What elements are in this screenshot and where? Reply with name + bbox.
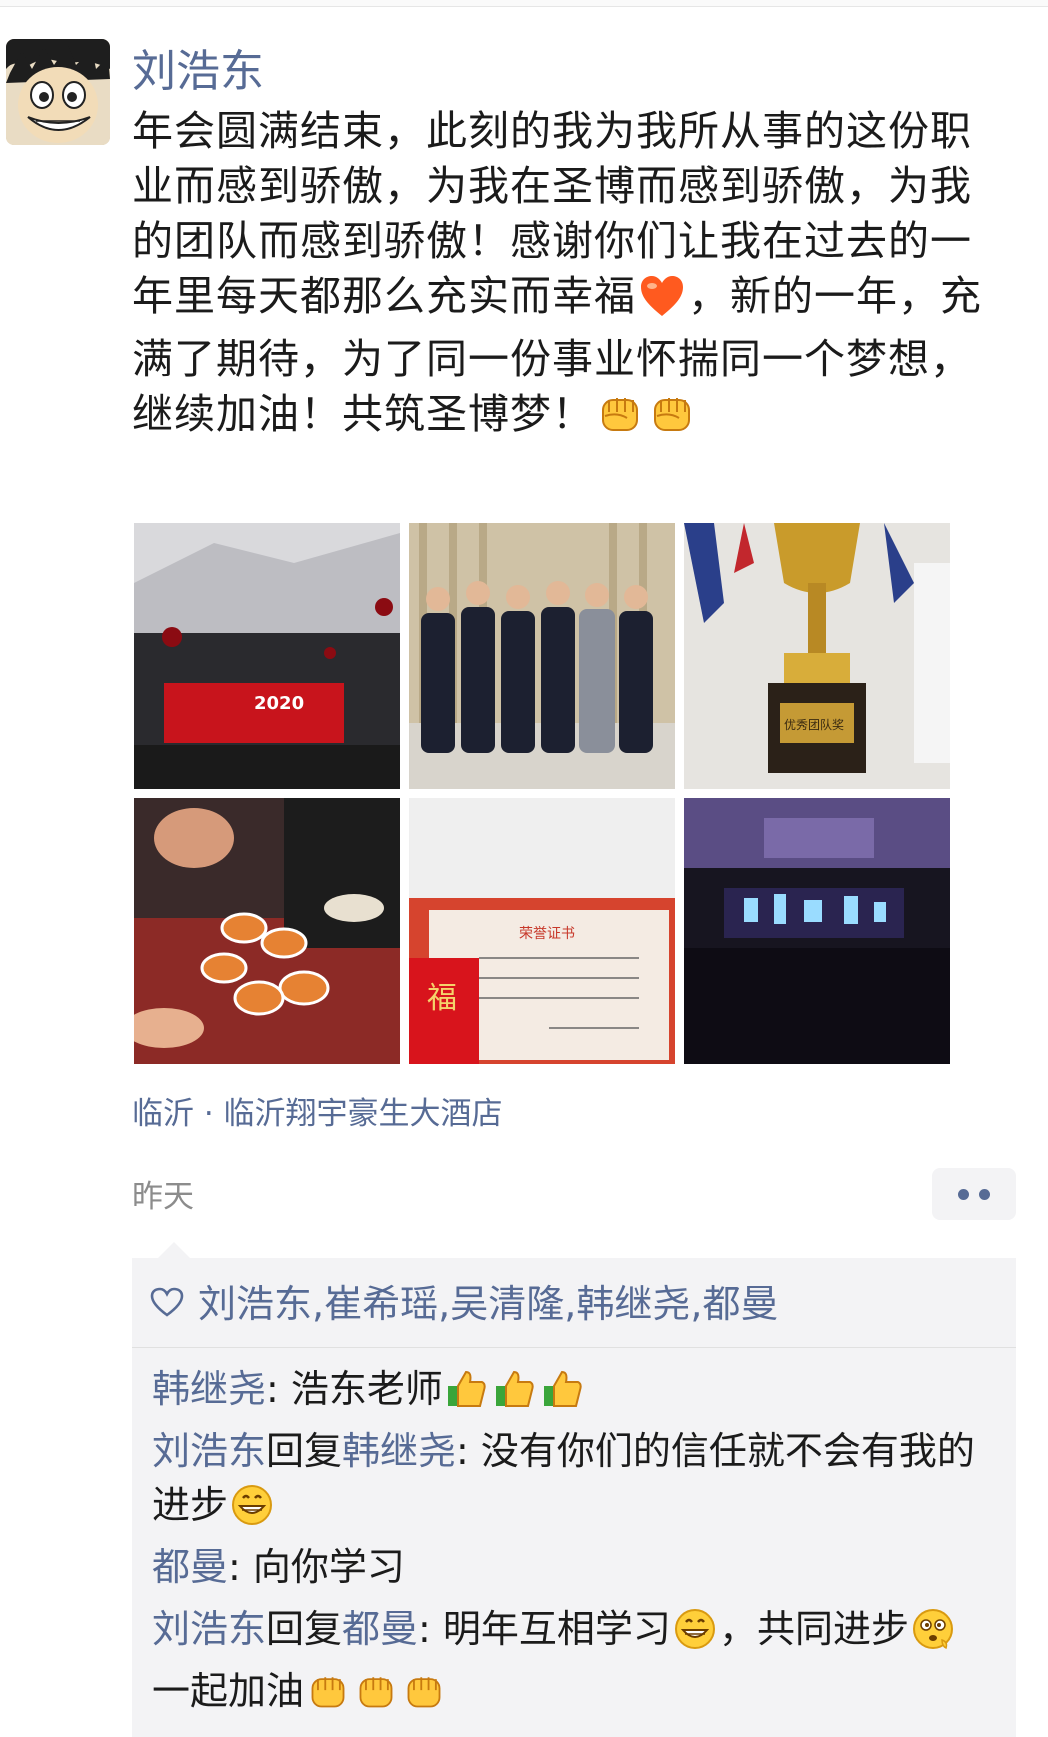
- photo-overlay-trophy: 优秀团队奖: [784, 717, 844, 732]
- comment-text-2: ，共同进步: [718, 1607, 909, 1651]
- fist-emoji: [597, 390, 643, 450]
- fist-emoji: [403, 1670, 445, 1726]
- comment-box-caret: [158, 1242, 190, 1258]
- like-separator: ,: [690, 1282, 703, 1326]
- dizzy-emoji: [912, 1608, 954, 1664]
- like-name[interactable]: 都曼: [702, 1276, 778, 1332]
- likes-divider: [132, 1347, 1016, 1348]
- top-divider: [0, 0, 1048, 7]
- photo-toast-cups[interactable]: [134, 798, 400, 1064]
- svg-text:福: 福: [427, 981, 457, 1016]
- photo-trophy[interactable]: 优秀团队奖: [684, 523, 950, 789]
- thumbs-up-emoji: [446, 1368, 488, 1424]
- photo-stage-2020[interactable]: 2020: [134, 523, 400, 789]
- comment-item[interactable]: 刘浩东回复都曼: 明年互相学习 ，共同进步一起加油: [152, 1602, 1002, 1726]
- comment-text-3: 一起加油: [152, 1669, 305, 1713]
- photo-overlay-certificate: 荣誉证书: [519, 926, 575, 942]
- fist-emoji: [355, 1670, 397, 1726]
- photo-grid: 2020 优秀团队奖 荣誉证书 福: [134, 523, 956, 1064]
- heart-icon: [150, 1276, 184, 1332]
- red-heart-emoji: [639, 274, 685, 332]
- thumbs-up-emoji: [494, 1368, 536, 1424]
- comment-author[interactable]: 韩继尧: [152, 1367, 266, 1411]
- like-name[interactable]: 吴清隆: [450, 1276, 564, 1332]
- comment-author[interactable]: 刘浩东: [152, 1607, 266, 1651]
- thumbs-up-emoji: [542, 1368, 584, 1424]
- post-time: 昨天: [132, 1179, 194, 1215]
- comment-text: : 明年互相学习: [418, 1607, 671, 1651]
- post-author-name[interactable]: 刘浩东: [132, 44, 264, 100]
- comment-author[interactable]: 刘浩东: [152, 1429, 266, 1473]
- post-text: 年会圆满结束，此刻的我为我所从事的这份职业而感到骄傲，为我在圣博而感到骄傲，为我…: [132, 104, 992, 450]
- photo-certificate[interactable]: 荣誉证书 福: [409, 798, 675, 1064]
- comment-item[interactable]: 韩继尧: 浩东老师: [152, 1362, 1002, 1424]
- grin-emoji: [674, 1608, 716, 1664]
- reply-word: 回复: [266, 1607, 343, 1651]
- fist-emoji: [649, 390, 695, 450]
- like-name[interactable]: 韩继尧: [576, 1276, 690, 1332]
- grin-emoji: [231, 1484, 273, 1540]
- like-name[interactable]: 崔希瑶: [324, 1276, 438, 1332]
- likes-row: 刘浩东, 崔希瑶, 吴清隆, 韩继尧, 都曼: [150, 1276, 778, 1332]
- post-location[interactable]: 临沂 · 临沂翔宇豪生大酒店: [132, 1088, 503, 1133]
- comment-item[interactable]: 刘浩东回复韩继尧: 没有你们的信任就不会有我的进步: [152, 1424, 1002, 1540]
- more-dots-icon: [958, 1188, 969, 1200]
- comment-author[interactable]: 都曼: [152, 1545, 228, 1589]
- author-avatar[interactable]: [6, 39, 110, 145]
- like-separator: ,: [438, 1282, 451, 1326]
- reply-word: 回复: [266, 1429, 343, 1473]
- photo-concert-stage[interactable]: [684, 798, 950, 1064]
- more-dots-icon: [979, 1188, 990, 1200]
- more-options-button[interactable]: [932, 1168, 1016, 1220]
- like-separator: ,: [312, 1282, 325, 1326]
- like-name[interactable]: 刘浩东: [198, 1276, 312, 1332]
- fist-emoji: [307, 1670, 349, 1726]
- like-separator: ,: [564, 1282, 577, 1326]
- comment-text: : 浩东老师: [266, 1367, 443, 1411]
- comment-text: : 向你学习: [228, 1545, 405, 1589]
- photo-team-group[interactable]: [409, 523, 675, 789]
- reply-target[interactable]: 韩继尧: [342, 1429, 456, 1473]
- comment-item[interactable]: 都曼: 向你学习: [152, 1540, 1002, 1594]
- reply-target[interactable]: 都曼: [342, 1607, 418, 1651]
- photo-overlay-2020: 2020: [254, 693, 304, 714]
